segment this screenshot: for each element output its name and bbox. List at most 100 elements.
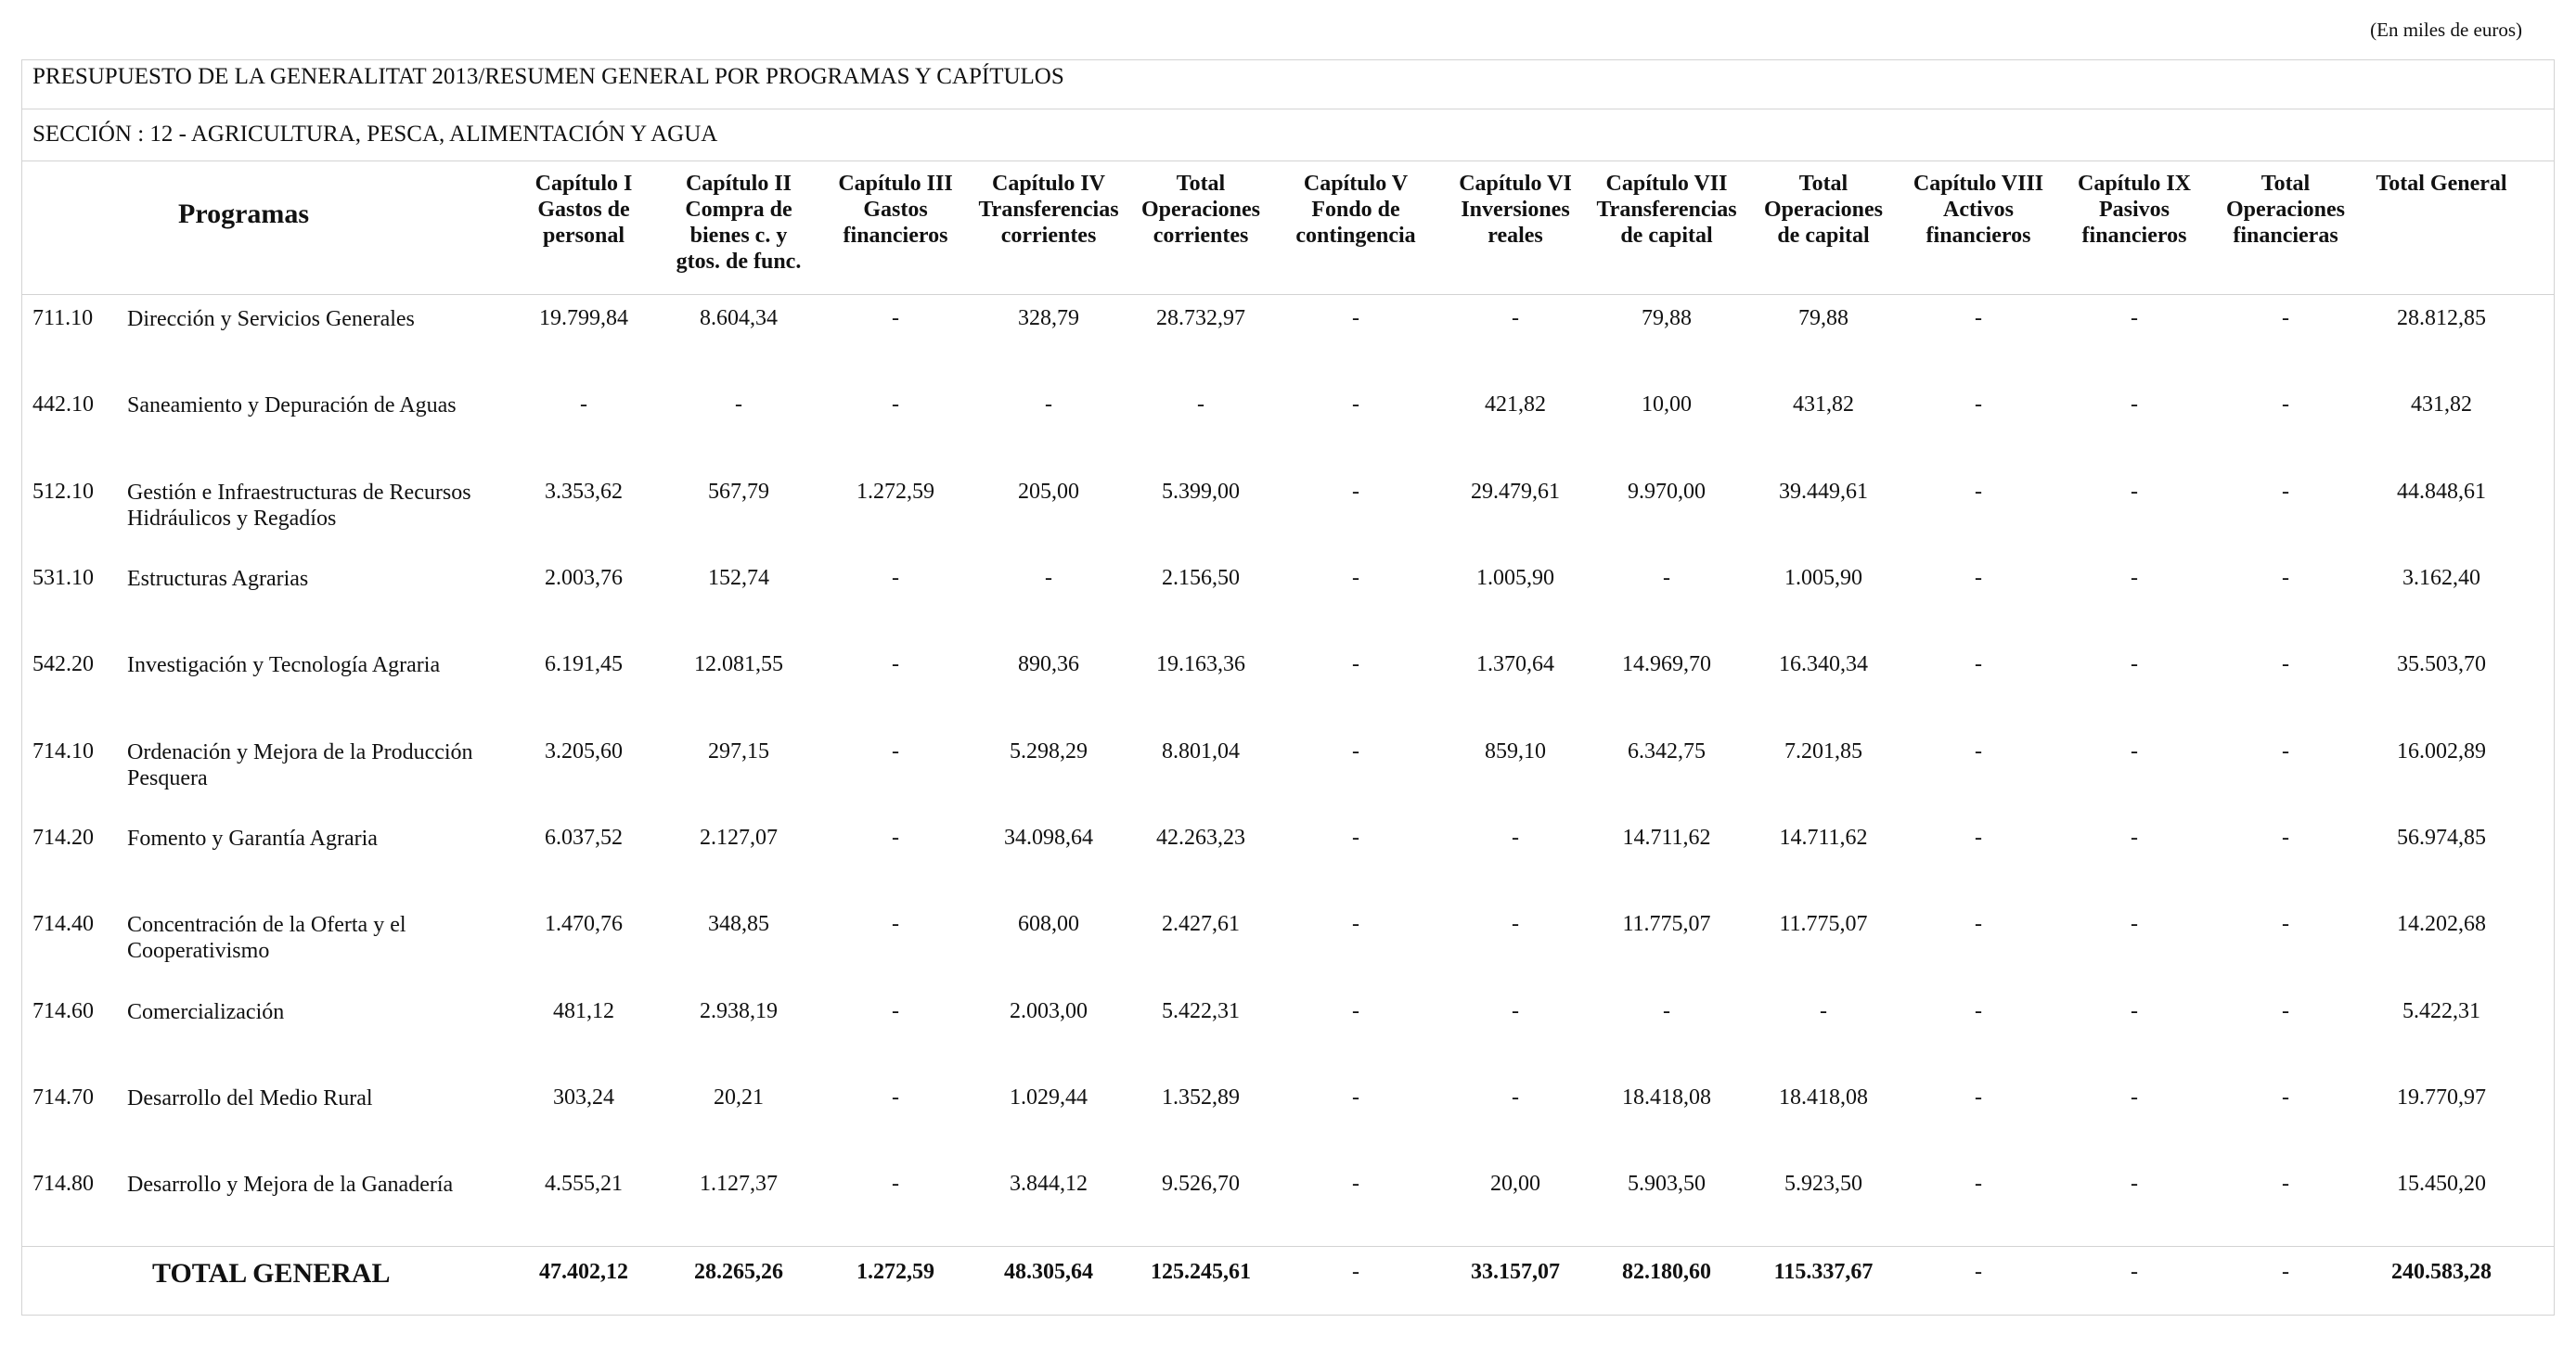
table-cell: 19.770,97 <box>2397 1085 2486 1110</box>
table-cell: 8.604,34 <box>700 306 778 330</box>
table-cell: - <box>2282 739 2289 764</box>
table-row: 714.40 Concentración de la Oferta y el Co… <box>22 901 2554 987</box>
table-cell: 421,82 <box>1485 392 1546 417</box>
table-cell: 10,00 <box>1642 392 1692 417</box>
table-cell: 3.205,60 <box>545 739 623 764</box>
table-cell: - <box>2282 306 2289 330</box>
table-cell: - <box>580 392 587 417</box>
table-cell: - <box>2131 392 2138 417</box>
table-cell: - <box>2131 912 2138 936</box>
column-header-10: Capítulo VIII Activos financieros <box>1913 172 2044 248</box>
table-row: 531.10 Estructuras Agrarias 2.003,76 152,74… <box>22 555 2554 641</box>
table-cell: 1.005,90 <box>1784 566 1862 590</box>
column-header-2: Capítulo II Compra de bienes c. y gtos. … <box>676 172 802 274</box>
table-cell: 39.449,61 <box>1779 480 1868 504</box>
table-cell: - <box>2282 652 2289 676</box>
table-cell: - <box>1975 1172 1982 1196</box>
table-row: 714.10 Ordenación y Mejora de la Producci… <box>22 728 2554 815</box>
table-cell: 859,10 <box>1485 739 1546 764</box>
total-cell: - <box>1975 1260 1982 1284</box>
program-name: Investigación y Tecnología Agraria <box>127 653 441 677</box>
table-cell: 12.081,55 <box>694 652 783 676</box>
program-code: 714.80 <box>32 1172 94 1196</box>
table-cell: - <box>1512 999 1519 1023</box>
table-cell: 890,36 <box>1018 652 1079 676</box>
table-cell: - <box>2282 1085 2289 1110</box>
table-cell: 29.479,61 <box>1471 480 1560 504</box>
table-cell: - <box>1975 999 1982 1023</box>
table-cell: 1.029,44 <box>1010 1085 1088 1110</box>
program-code: 714.60 <box>32 999 94 1023</box>
table-cell: - <box>1975 306 1982 330</box>
table-cell: - <box>1975 826 1982 850</box>
table-cell: - <box>1975 566 1982 590</box>
table-cell: - <box>1352 566 1359 590</box>
program-name: Concentración de la Oferta y el Cooperat… <box>127 913 406 963</box>
total-cell: 240.583,28 <box>2391 1260 2492 1284</box>
table-cell: 8.801,04 <box>1162 739 1240 764</box>
table-cell: - <box>1975 392 1982 417</box>
table-cell: - <box>1975 739 1982 764</box>
program-code: 531.10 <box>32 566 94 590</box>
column-header-5: Total Operaciones corrientes <box>1141 172 1260 248</box>
total-cell: 1.272,59 <box>857 1260 934 1284</box>
table-cell: 5.903,50 <box>1628 1172 1706 1196</box>
table-cell: 5.422,31 <box>2402 999 2480 1023</box>
table-cell: - <box>1045 566 1052 590</box>
table-cell: 56.974,85 <box>2397 826 2486 850</box>
table-cell: 4.555,21 <box>545 1172 623 1196</box>
table-cell: 431,82 <box>2411 392 2472 417</box>
table-cell: - <box>1512 306 1519 330</box>
table-cell: - <box>1045 392 1052 417</box>
table-cell: 3.353,62 <box>545 480 623 504</box>
table-cell: - <box>892 1172 899 1196</box>
program-name: Estructuras Agrarias <box>127 567 309 591</box>
table-cell: 6.342,75 <box>1628 739 1706 764</box>
table-cell: - <box>892 392 899 417</box>
table-row: 714.20 Fomento y Garantía Agraria 6.037,52… <box>22 815 2554 901</box>
table-cell: 2.003,00 <box>1010 999 1088 1023</box>
table-cell: 14.711,62 <box>1622 826 1711 850</box>
table-cell: 18.418,08 <box>1622 1085 1711 1110</box>
table-cell: 28.812,85 <box>2397 306 2486 330</box>
table-cell: 152,74 <box>708 566 769 590</box>
table-cell: 1.470,76 <box>545 912 623 936</box>
table-cell: 19.799,84 <box>539 306 628 330</box>
table-cell: 328,79 <box>1018 306 1079 330</box>
table-cell: 6.191,45 <box>545 652 623 676</box>
table-cell: - <box>2282 392 2289 417</box>
table-cell: - <box>1975 1085 1982 1110</box>
table-cell: 35.503,70 <box>2397 652 2486 676</box>
table-cell: 2.938,19 <box>700 999 778 1023</box>
total-row: TOTAL GENERAL 47.402,12 28.265,26 1.272,59… <box>22 1246 2554 1316</box>
table-cell: 205,00 <box>1018 480 1079 504</box>
table-title: PRESUPUESTO DE LA GENERALITAT 2013/RESUM… <box>22 60 2554 109</box>
program-name: Gestión e Infraestructuras de Recursos H… <box>127 481 471 531</box>
table-cell: 2.127,07 <box>700 826 778 850</box>
table-cell: - <box>1512 912 1519 936</box>
table-cell: 303,24 <box>553 1085 614 1110</box>
column-header-6: Capítulo V Fondo de contingencia <box>1295 172 1416 248</box>
table-cell: - <box>1663 999 1670 1023</box>
units-note: (En miles de euros) <box>2370 19 2522 41</box>
budget-table: PRESUPUESTO DE LA GENERALITAT 2013/RESUM… <box>21 59 2555 1316</box>
program-code: 714.10 <box>32 739 94 764</box>
table-cell: 1.370,64 <box>1476 652 1554 676</box>
table-row: 714.80 Desarrollo y Mejora de la Ganaderí… <box>22 1161 2554 1247</box>
column-header-3: Capítulo III Gastos financieros <box>838 172 953 248</box>
table-cell: - <box>1352 1172 1359 1196</box>
table-cell: 1.005,90 <box>1476 566 1554 590</box>
total-cell: 47.402,12 <box>539 1260 628 1284</box>
table-cell: 44.848,61 <box>2397 480 2486 504</box>
table-cell: 348,85 <box>708 912 769 936</box>
table-cell: 9.526,70 <box>1162 1172 1240 1196</box>
table-cell: - <box>1512 1085 1519 1110</box>
table-cell: - <box>1352 912 1359 936</box>
table-cell: - <box>2282 480 2289 504</box>
table-cell: - <box>2282 1172 2289 1196</box>
table-cell: - <box>2131 999 2138 1023</box>
table-cell: 481,12 <box>553 999 614 1023</box>
table-row: 711.10 Dirección y Servicios Generales 19.… <box>22 295 2554 381</box>
table-cell: 11.775,07 <box>1779 912 1868 936</box>
table-cell: - <box>2282 912 2289 936</box>
